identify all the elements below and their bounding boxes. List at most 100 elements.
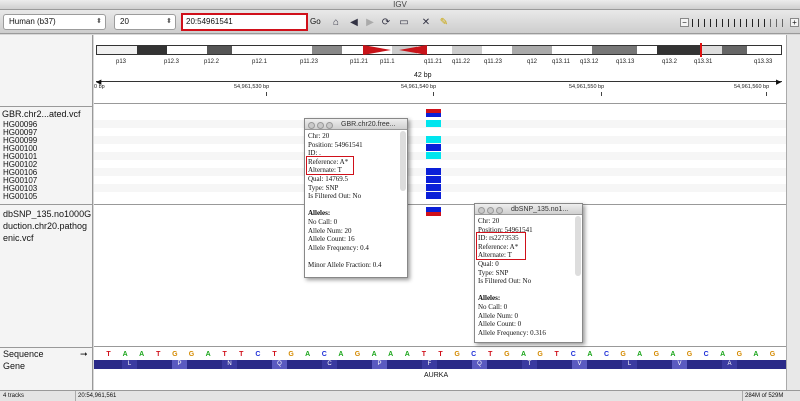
sequence-base: A bbox=[371, 351, 377, 358]
sequence-base: C bbox=[570, 351, 576, 358]
go-button[interactable]: Go bbox=[310, 15, 322, 29]
refresh-icon[interactable]: ⟳ bbox=[380, 17, 392, 28]
vcf-track-name[interactable]: GBR.chr2...ated.vcf bbox=[2, 109, 81, 119]
sequence-base: T bbox=[106, 351, 111, 358]
tick-label: 54,961,560 bp bbox=[734, 84, 770, 90]
amino-acid: V bbox=[672, 360, 687, 369]
home-icon[interactable]: ⌂ bbox=[330, 17, 342, 28]
popup-line: Allele Frequency: 0.4 bbox=[308, 243, 369, 252]
minimize-icon[interactable] bbox=[487, 207, 494, 214]
sequence-base: G bbox=[736, 351, 743, 358]
vertical-scrollbar[interactable] bbox=[786, 35, 800, 390]
popup-scrollbar[interactable] bbox=[400, 131, 406, 191]
status-bar: 4 tracks 20:54,961,561 284M of 529M bbox=[0, 390, 800, 401]
genome-select-value: Human (b37) bbox=[9, 17, 56, 26]
band-label: p11.23 bbox=[300, 59, 318, 65]
minimize-icon[interactable] bbox=[317, 122, 324, 129]
band-label: q11.22 bbox=[452, 59, 470, 65]
popup-line: Position: 54961541 bbox=[308, 140, 363, 149]
centromere-q bbox=[399, 45, 427, 55]
amino-acid: Q bbox=[272, 360, 287, 369]
gene-name-label: AURKA bbox=[424, 372, 449, 379]
sequence-base: A bbox=[753, 351, 759, 358]
genome-select[interactable]: Human (b37) ⬍ bbox=[3, 14, 106, 30]
close-icon[interactable]: ✕ bbox=[420, 17, 432, 28]
sequence-base: G bbox=[769, 351, 776, 358]
amino-acid: L bbox=[622, 360, 637, 369]
variant-popup-gbr[interactable]: GBR.chr20.free... Chr: 20 Position: 5496… bbox=[304, 118, 408, 278]
band-label: p11.1 bbox=[380, 59, 395, 65]
popup-info-icon[interactable]: ✎ bbox=[438, 17, 450, 28]
sequence-base: G bbox=[537, 351, 543, 358]
popup-line: Chr: 20 bbox=[478, 217, 500, 225]
locus-input[interactable]: 20:54961541 bbox=[181, 13, 308, 31]
sequence-base: G bbox=[354, 351, 361, 358]
sequence-base: G bbox=[686, 351, 693, 358]
sequence-base: G bbox=[620, 351, 626, 358]
dbsnp-variant-alt[interactable] bbox=[426, 212, 441, 216]
close-icon[interactable] bbox=[478, 207, 485, 214]
back-icon[interactable]: ◀ bbox=[348, 17, 360, 28]
band-label: q13.31 bbox=[694, 59, 713, 65]
sequence-base: G bbox=[653, 351, 660, 358]
span-label: 42 bp bbox=[414, 72, 432, 79]
genotype-homvar[interactable] bbox=[426, 168, 441, 175]
close-icon[interactable] bbox=[308, 122, 315, 129]
gene-feature-aurka[interactable]: LPNQCPFQTVLVA bbox=[94, 360, 786, 369]
genotype-homvar[interactable] bbox=[426, 184, 441, 191]
zoom-icon[interactable] bbox=[326, 122, 333, 129]
band-label: p11.21 bbox=[350, 59, 368, 65]
sequence-track-name[interactable]: Sequence bbox=[3, 349, 91, 359]
popup-scrollbar[interactable] bbox=[575, 216, 581, 276]
variant-site-ref[interactable] bbox=[426, 113, 441, 117]
genotype-het[interactable] bbox=[426, 136, 441, 143]
genotype-homvar[interactable] bbox=[426, 192, 441, 199]
sequence-base: G bbox=[454, 351, 460, 358]
band-label: q12 bbox=[527, 59, 538, 65]
amino-acid: L bbox=[122, 360, 137, 369]
tick-label: 54,961,540 bp bbox=[401, 84, 437, 90]
dbsnp-track-name[interactable]: dbSNP_135.no1000G bbox=[3, 209, 91, 219]
zoom-icon[interactable] bbox=[496, 207, 503, 214]
sequence-base: C bbox=[471, 351, 477, 358]
band-label: q13.11 bbox=[552, 59, 570, 65]
chromosome-select-value: 20 bbox=[120, 17, 129, 26]
forward-icon[interactable]: ▶ bbox=[364, 17, 376, 28]
zoom-out-button[interactable]: − bbox=[680, 18, 689, 27]
sequence-base: A bbox=[587, 351, 593, 358]
zoom-slider-fill bbox=[692, 19, 770, 27]
sequence-base: A bbox=[139, 351, 145, 358]
gene-track-name[interactable]: Gene bbox=[3, 361, 91, 371]
chromosome-select[interactable]: 20 ⬍ bbox=[114, 14, 176, 30]
popup-line: Allele Count: 16 bbox=[308, 235, 355, 244]
zoom-in-button[interactable]: + bbox=[790, 18, 799, 27]
popup-line: No Call: 0 bbox=[308, 217, 338, 226]
sequence-base: A bbox=[520, 351, 527, 358]
tick-label: 54,961,530 bp bbox=[234, 84, 270, 90]
genotype-het[interactable] bbox=[426, 120, 441, 127]
amino-acid: P bbox=[372, 360, 387, 369]
sequence-base: G bbox=[172, 351, 178, 358]
pathogenic-track-name-cont: enic.vcf bbox=[3, 233, 34, 243]
chromosome-ideogram[interactable] bbox=[96, 43, 782, 57]
band-label: q13.2 bbox=[662, 59, 678, 65]
sequence-base: G bbox=[188, 351, 195, 358]
memory-usage: 284M of 529M bbox=[742, 391, 783, 401]
resize-icon[interactable]: ▭ bbox=[398, 17, 410, 28]
sequence-base: A bbox=[338, 351, 344, 358]
cursor-position: 20:54,961,561 bbox=[75, 391, 116, 401]
sequence-base: A bbox=[205, 351, 211, 358]
variant-popup-dbsnp[interactable]: dbSNP_135.no1... Chr: 20 Position: 54961… bbox=[474, 203, 583, 343]
tick-label: 54,961,550 bp bbox=[569, 84, 605, 90]
track-names-panel: GBR.chr2...ated.vcf HG00096 HG00097 HG00… bbox=[0, 35, 93, 390]
band-label: q13.13 bbox=[616, 59, 635, 65]
band-label: q11.23 bbox=[484, 59, 502, 65]
genotype-homvar[interactable] bbox=[426, 144, 441, 151]
pathogenic-track-name[interactable]: duction.chr20.pathog bbox=[3, 221, 91, 231]
strand-arrow-icon[interactable]: ➞ bbox=[80, 349, 88, 360]
genotype-homvar[interactable] bbox=[426, 176, 441, 183]
chevron-updown-icon: ⬍ bbox=[96, 18, 102, 25]
sample-label[interactable]: HG00105 bbox=[3, 192, 91, 201]
sequence-base: C bbox=[603, 351, 610, 358]
genotype-het[interactable] bbox=[426, 152, 441, 159]
